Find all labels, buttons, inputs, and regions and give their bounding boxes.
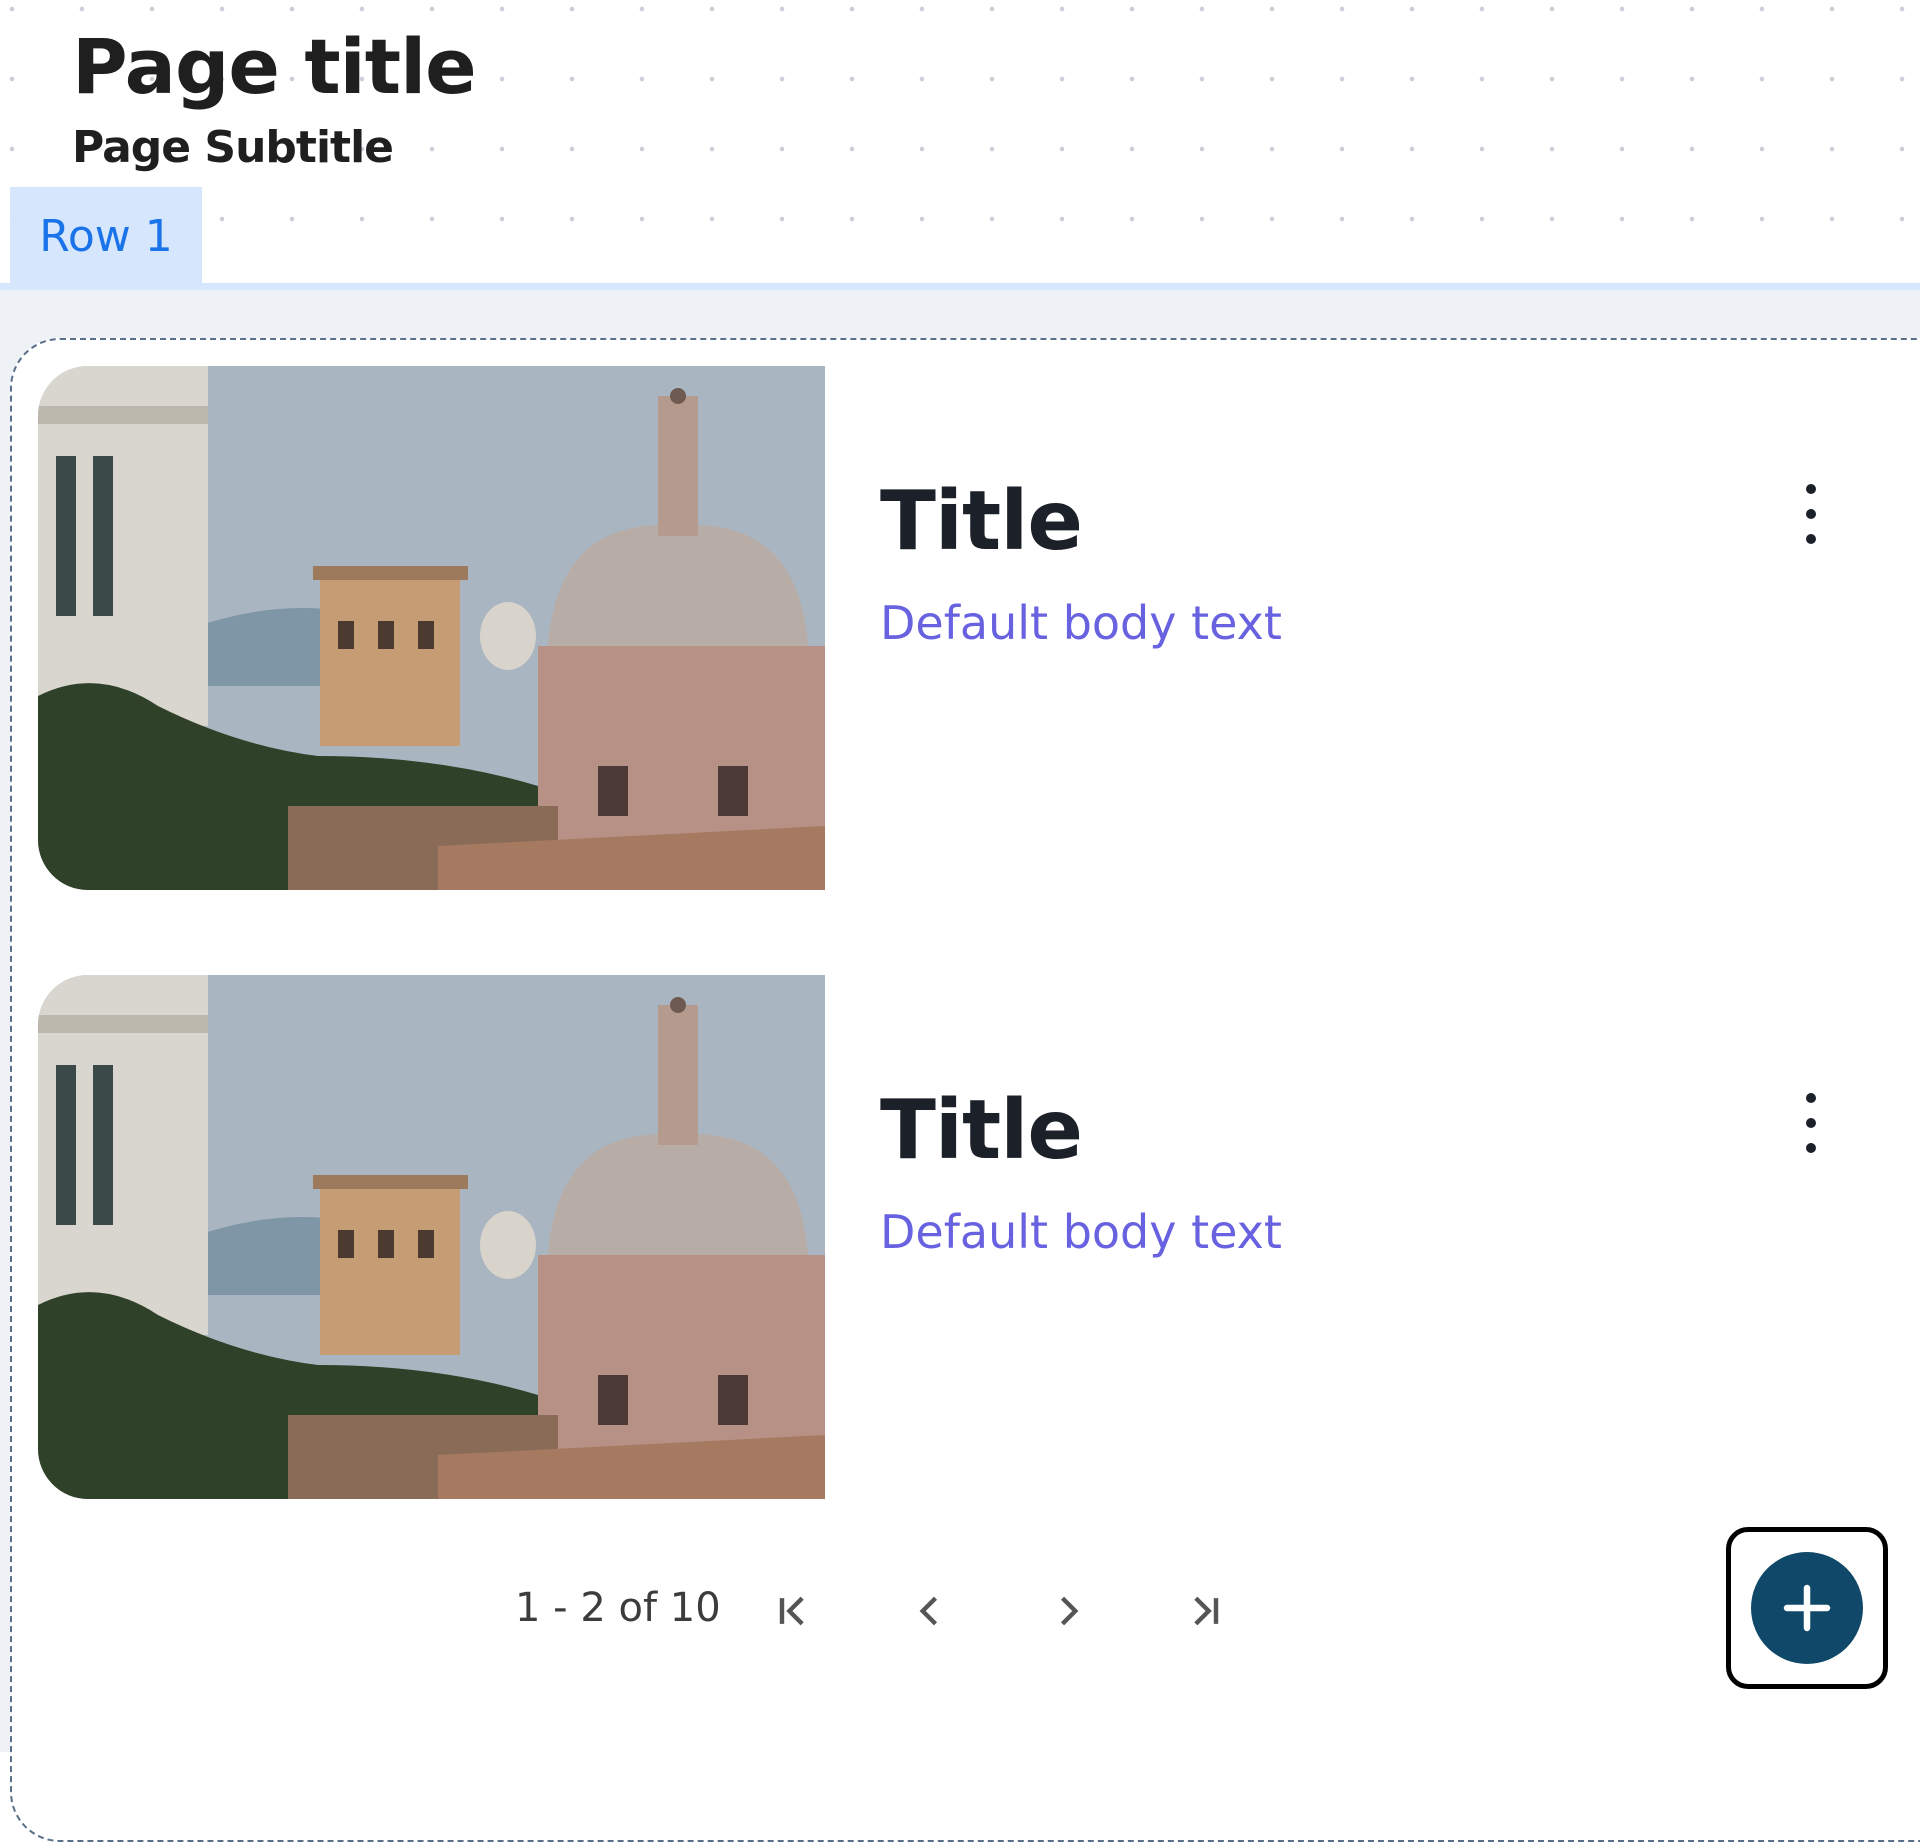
pagination-range: 1 - 2 of 10 [515, 1585, 721, 1631]
tab-row-1[interactable]: Row 1 [10, 187, 202, 285]
tab-label: Row 1 [39, 210, 173, 262]
page-header: Page title Page Subtitle Row 1 [0, 0, 1920, 288]
last-page-button[interactable] [1177, 1585, 1233, 1637]
first-page-icon [779, 1596, 804, 1626]
first-page-button[interactable] [765, 1585, 821, 1637]
page-subtitle: Page Subtitle [72, 122, 394, 173]
item-image [38, 975, 825, 1499]
prev-page-button[interactable] [902, 1585, 958, 1637]
item-title: Title [880, 1083, 1083, 1178]
page-title: Page title [72, 22, 477, 111]
add-button-focus-ring [1726, 1527, 1888, 1689]
item-body: Default body text [880, 1205, 1282, 1259]
add-button[interactable] [1751, 1552, 1863, 1664]
next-page-icon [1060, 1596, 1079, 1626]
item-body: Default body text [880, 596, 1282, 650]
last-page-icon [1194, 1596, 1219, 1626]
next-page-button[interactable] [1040, 1585, 1096, 1637]
list-item[interactable]: Title Default body text [38, 975, 1888, 1499]
list-item[interactable]: Title Default body text [38, 366, 1888, 890]
tab-underline [0, 283, 1920, 290]
kebab-icon[interactable] [1796, 1093, 1826, 1153]
prev-page-icon [919, 1596, 938, 1626]
plus-icon [1783, 1584, 1831, 1632]
item-image [38, 366, 825, 890]
item-title: Title [880, 474, 1083, 569]
kebab-icon[interactable] [1796, 484, 1826, 544]
dot-grid-background [0, 290, 1920, 340]
